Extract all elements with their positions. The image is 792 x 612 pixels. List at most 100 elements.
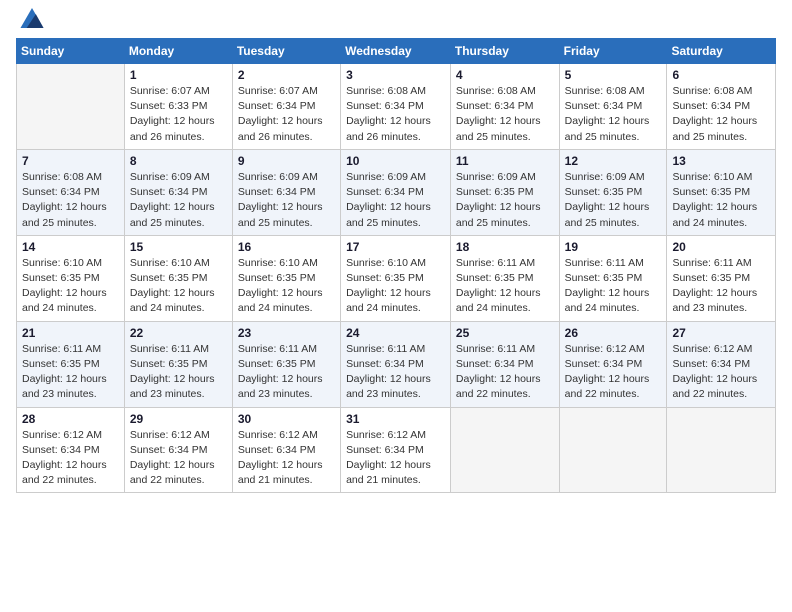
col-header-wednesday: Wednesday [341,39,451,64]
day-info: Sunrise: 6:08 AM Sunset: 6:34 PM Dayligh… [456,84,554,145]
calendar-cell: 5 Sunrise: 6:08 AM Sunset: 6:34 PM Daylig… [559,64,667,150]
col-header-friday: Friday [559,39,667,64]
day-number: 12 [565,154,662,168]
day-number: 30 [238,412,335,426]
calendar-week-row: 21 Sunrise: 6:11 AM Sunset: 6:35 PM Dayli… [17,321,776,407]
day-info: Sunrise: 6:07 AM Sunset: 6:34 PM Dayligh… [238,84,335,145]
day-number: 13 [672,154,770,168]
day-number: 24 [346,326,445,340]
calendar-week-row: 7Sunrise: 6:08 AM Sunset: 6:34 PM Daylig… [17,149,776,235]
day-info: Sunrise: 6:09 AM Sunset: 6:35 PM Dayligh… [565,170,662,231]
day-number: 22 [130,326,227,340]
day-info: Sunrise: 6:08 AM Sunset: 6:34 PM Dayligh… [565,84,662,145]
day-info: Sunrise: 6:11 AM Sunset: 6:34 PM Dayligh… [346,342,445,403]
day-number: 29 [130,412,227,426]
calendar-cell [450,407,559,493]
day-number: 10 [346,154,445,168]
calendar-cell: 21 Sunrise: 6:11 AM Sunset: 6:35 PM Dayli… [17,321,125,407]
calendar-cell [667,407,776,493]
calendar-cell: 24 Sunrise: 6:11 AM Sunset: 6:34 PM Dayli… [341,321,451,407]
day-info: Sunrise: 6:09 AM Sunset: 6:35 PM Dayligh… [456,170,554,231]
day-number: 8 [130,154,227,168]
day-number: 16 [238,240,335,254]
calendar-cell: 16 Sunrise: 6:10 AM Sunset: 6:35 PM Dayli… [232,235,340,321]
header [16,16,776,28]
day-number: 19 [565,240,662,254]
day-info: Sunrise: 6:09 AM Sunset: 6:34 PM Dayligh… [238,170,335,231]
calendar-cell: 9Sunrise: 6:09 AM Sunset: 6:34 PM Daylig… [232,149,340,235]
calendar-cell: 1 Sunrise: 6:07 AM Sunset: 6:33 PM Daylig… [124,64,232,150]
page: SundayMondayTuesdayWednesdayThursdayFrid… [0,0,792,612]
calendar-cell: 12 Sunrise: 6:09 AM Sunset: 6:35 PM Dayli… [559,149,667,235]
calendar-cell: 19 Sunrise: 6:11 AM Sunset: 6:35 PM Dayli… [559,235,667,321]
day-number: 4 [456,68,554,82]
calendar-header-row: SundayMondayTuesdayWednesdayThursdayFrid… [17,39,776,64]
calendar-cell: 25 Sunrise: 6:11 AM Sunset: 6:34 PM Dayli… [450,321,559,407]
day-info: Sunrise: 6:10 AM Sunset: 6:35 PM Dayligh… [346,256,445,317]
col-header-thursday: Thursday [450,39,559,64]
day-number: 28 [22,412,119,426]
day-number: 21 [22,326,119,340]
day-info: Sunrise: 6:12 AM Sunset: 6:34 PM Dayligh… [565,342,662,403]
day-info: Sunrise: 6:12 AM Sunset: 6:34 PM Dayligh… [130,428,227,489]
calendar-cell [17,64,125,150]
calendar-cell: 28 Sunrise: 6:12 AM Sunset: 6:34 PM Dayli… [17,407,125,493]
day-number: 5 [565,68,662,82]
calendar-cell: 30Sunrise: 6:12 AM Sunset: 6:34 PM Dayli… [232,407,340,493]
calendar-cell: 10 Sunrise: 6:09 AM Sunset: 6:34 PM Dayli… [341,149,451,235]
calendar-cell: 11 Sunrise: 6:09 AM Sunset: 6:35 PM Dayli… [450,149,559,235]
day-number: 2 [238,68,335,82]
day-number: 15 [130,240,227,254]
day-info: Sunrise: 6:10 AM Sunset: 6:35 PM Dayligh… [22,256,119,317]
calendar-cell: 4 Sunrise: 6:08 AM Sunset: 6:34 PM Daylig… [450,64,559,150]
col-header-tuesday: Tuesday [232,39,340,64]
day-number: 3 [346,68,445,82]
day-number: 6 [672,68,770,82]
day-info: Sunrise: 6:07 AM Sunset: 6:33 PM Dayligh… [130,84,227,145]
calendar-cell [559,407,667,493]
day-number: 20 [672,240,770,254]
day-info: Sunrise: 6:12 AM Sunset: 6:34 PM Dayligh… [22,428,119,489]
day-number: 23 [238,326,335,340]
day-number: 31 [346,412,445,426]
calendar-cell: 23 Sunrise: 6:11 AM Sunset: 6:35 PM Dayli… [232,321,340,407]
calendar-week-row: 1 Sunrise: 6:07 AM Sunset: 6:33 PM Daylig… [17,64,776,150]
calendar-cell: 2 Sunrise: 6:07 AM Sunset: 6:34 PM Daylig… [232,64,340,150]
calendar-cell: 13 Sunrise: 6:10 AM Sunset: 6:35 PM Dayli… [667,149,776,235]
calendar: SundayMondayTuesdayWednesdayThursdayFrid… [16,38,776,493]
day-info: Sunrise: 6:12 AM Sunset: 6:34 PM Dayligh… [672,342,770,403]
calendar-cell: 3 Sunrise: 6:08 AM Sunset: 6:34 PM Daylig… [341,64,451,150]
day-number: 1 [130,68,227,82]
day-info: Sunrise: 6:11 AM Sunset: 6:35 PM Dayligh… [238,342,335,403]
calendar-cell: 17Sunrise: 6:10 AM Sunset: 6:35 PM Dayli… [341,235,451,321]
day-number: 25 [456,326,554,340]
day-info: Sunrise: 6:09 AM Sunset: 6:34 PM Dayligh… [346,170,445,231]
calendar-week-row: 28 Sunrise: 6:12 AM Sunset: 6:34 PM Dayli… [17,407,776,493]
day-info: Sunrise: 6:08 AM Sunset: 6:34 PM Dayligh… [672,84,770,145]
day-number: 27 [672,326,770,340]
calendar-cell: 31 Sunrise: 6:12 AM Sunset: 6:34 PM Dayli… [341,407,451,493]
logo [16,16,44,28]
day-info: Sunrise: 6:08 AM Sunset: 6:34 PM Dayligh… [346,84,445,145]
day-info: Sunrise: 6:11 AM Sunset: 6:35 PM Dayligh… [130,342,227,403]
calendar-cell: 26 Sunrise: 6:12 AM Sunset: 6:34 PM Dayli… [559,321,667,407]
day-info: Sunrise: 6:11 AM Sunset: 6:35 PM Dayligh… [565,256,662,317]
calendar-cell: 18Sunrise: 6:11 AM Sunset: 6:35 PM Dayli… [450,235,559,321]
day-info: Sunrise: 6:11 AM Sunset: 6:34 PM Dayligh… [456,342,554,403]
calendar-cell: 29 Sunrise: 6:12 AM Sunset: 6:34 PM Dayli… [124,407,232,493]
calendar-cell: 20 Sunrise: 6:11 AM Sunset: 6:35 PM Dayli… [667,235,776,321]
day-number: 26 [565,326,662,340]
day-info: Sunrise: 6:09 AM Sunset: 6:34 PM Dayligh… [130,170,227,231]
col-header-sunday: Sunday [17,39,125,64]
day-info: Sunrise: 6:10 AM Sunset: 6:35 PM Dayligh… [672,170,770,231]
calendar-week-row: 14Sunrise: 6:10 AM Sunset: 6:35 PM Dayli… [17,235,776,321]
calendar-cell: 7Sunrise: 6:08 AM Sunset: 6:34 PM Daylig… [17,149,125,235]
day-info: Sunrise: 6:11 AM Sunset: 6:35 PM Dayligh… [672,256,770,317]
calendar-cell: 27 Sunrise: 6:12 AM Sunset: 6:34 PM Dayli… [667,321,776,407]
day-info: Sunrise: 6:12 AM Sunset: 6:34 PM Dayligh… [346,428,445,489]
day-number: 18 [456,240,554,254]
day-info: Sunrise: 6:11 AM Sunset: 6:35 PM Dayligh… [22,342,119,403]
day-info: Sunrise: 6:10 AM Sunset: 6:35 PM Dayligh… [130,256,227,317]
day-number: 11 [456,154,554,168]
day-info: Sunrise: 6:10 AM Sunset: 6:35 PM Dayligh… [238,256,335,317]
